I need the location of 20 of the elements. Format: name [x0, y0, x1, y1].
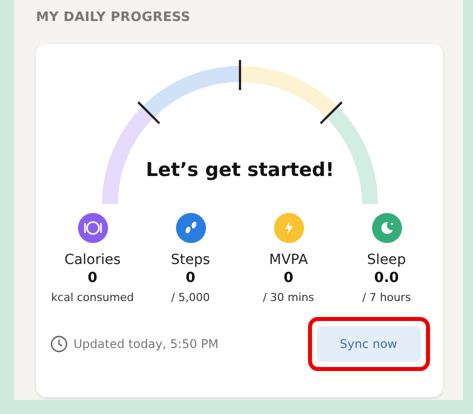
stat-label: Steps — [170, 251, 210, 269]
section-title: MY DAILY PROGRESS — [36, 10, 192, 27]
gauge-message: Let’s get started! — [145, 159, 334, 181]
gauge-tick — [319, 101, 342, 124]
stat-target: / 7 hours — [362, 290, 411, 306]
stat-label: MVPA — [269, 251, 308, 269]
stat-label: Calories — [64, 251, 121, 269]
stat-label: Sleep — [367, 251, 406, 269]
clock-icon — [50, 335, 68, 353]
stat-target: kcal consumed — [51, 290, 134, 306]
sync-button[interactable]: Sync now — [316, 326, 420, 362]
stat-value: 0 — [186, 269, 196, 287]
stat-target: / 30 mins — [262, 290, 314, 306]
stat-value: 0 — [284, 269, 294, 287]
updated-time: Updated today, 5:50 PM — [74, 337, 218, 351]
stat-target: / 5,000 — [171, 290, 210, 306]
stat-value: 0 — [88, 269, 98, 287]
gauge-tick — [238, 60, 241, 90]
stat-value: 0.0 — [374, 269, 399, 287]
gauge-tick — [136, 101, 160, 124]
